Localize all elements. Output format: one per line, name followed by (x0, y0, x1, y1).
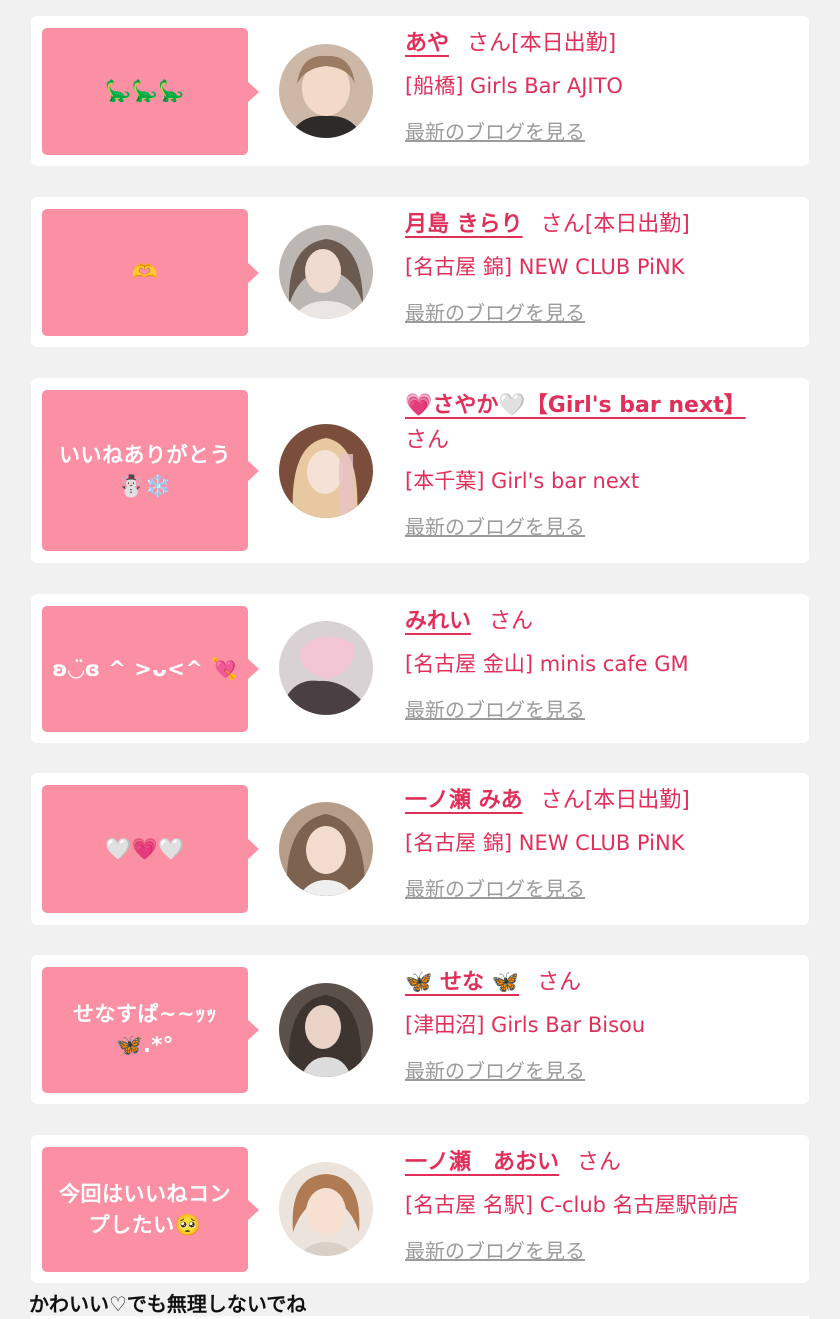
cast-name-link[interactable]: 🦋 せな 🦋 (405, 970, 519, 995)
profile-photo-icon (279, 983, 373, 1077)
store-name: [津田沼] Girls Bar Bisou (405, 1013, 646, 1037)
latest-blog-link[interactable]: 最新のブログを見る (405, 1056, 585, 1086)
card-info: 🦋 せな 🦋 さん [津田沼] Girls Bar Bisou 最新のブログを見る (405, 967, 799, 1086)
profile-photo-icon (279, 1162, 373, 1256)
avatar[interactable] (279, 983, 373, 1077)
blog-card: 🦕🦕🦕 あや さん[本日出勤] [船橋] Girls Bar AJITO 最新のブ… (31, 16, 809, 166)
honorific: さん (467, 31, 512, 56)
honorific: さん (540, 212, 585, 237)
avatar[interactable] (279, 225, 373, 319)
store-name: [本千葉] Girl's bar next (405, 469, 640, 493)
latest-blog-link[interactable]: 最新のブログを見る (405, 695, 585, 725)
profile-photo-icon (279, 424, 373, 518)
blog-card: ʚ◡̈ɞ ^ >ᴗ<^ 💘 みれい さん [名古屋 金山] minis cafe … (31, 594, 809, 743)
latest-blog-link[interactable]: 最新のブログを見る (405, 117, 585, 147)
store-name: [船橋] Girls Bar AJITO (405, 74, 623, 98)
cast-name-link[interactable]: 月島 きらり (405, 212, 523, 237)
cast-name-link[interactable]: あや (405, 31, 449, 56)
card-info: 一ノ瀬 あおい さん [名古屋 名駅] C-club 名古屋駅前店 最新のブログを… (405, 1147, 799, 1266)
message-bubble: 🤍💗🤍 (42, 785, 259, 913)
latest-blog-link[interactable]: 最新のブログを見る (405, 298, 585, 328)
blog-card: いいねありがとう ☃️❄️ 💗さやか🤍【Girl's bar next】 さん … (31, 378, 809, 563)
store-name: [名古屋 金山] minis cafe GM (405, 652, 689, 676)
latest-blog-link[interactable]: 最新のブログを見る (405, 1236, 585, 1266)
attendance-status: [本日出勤] (511, 31, 617, 56)
store-name: [名古屋 錦] NEW CLUB PiNK (405, 831, 685, 855)
message-bubble: いいねありがとう ☃️❄️ (42, 390, 259, 551)
card-info: あや さん[本日出勤] [船橋] Girls Bar AJITO 最新のブログを見… (405, 28, 799, 147)
cast-name-link[interactable]: 一ノ瀬 みあ (405, 788, 523, 813)
store-name: [名古屋 錦] NEW CLUB PiNK (405, 255, 685, 279)
attendance-status: [本日出勤] (584, 788, 690, 813)
latest-blog-link[interactable]: 最新のブログを見る (405, 512, 585, 542)
cast-name-link[interactable]: 💗さやか🤍【Girl's bar next】 (405, 393, 746, 418)
avatar[interactable] (279, 1162, 373, 1256)
store-name: [名古屋 名駅] C-club 名古屋駅前店 (405, 1193, 739, 1217)
message-bubble: 🫶 (42, 209, 259, 336)
avatar[interactable] (279, 621, 373, 715)
honorific: さん (537, 970, 582, 995)
blog-card: 今回はいいねコン プしたい🥺 一ノ瀬 あおい さん [名古屋 名駅] C-club… (31, 1135, 809, 1283)
avatar[interactable] (279, 44, 373, 138)
latest-blog-link[interactable]: 最新のブログを見る (405, 874, 585, 904)
profile-photo-icon (279, 621, 373, 715)
attendance-status: [本日出勤] (584, 212, 690, 237)
next-card-title: かわいい♡でも無理しないでね (29, 1292, 307, 1316)
profile-photo-icon (279, 802, 373, 896)
honorific: さん (405, 428, 450, 453)
profile-photo-icon (279, 225, 373, 319)
profile-photo-icon (279, 44, 373, 138)
message-bubble: ʚ◡̈ɞ ^ >ᴗ<^ 💘 (42, 606, 259, 732)
blog-card: せなすぱ~~ｯｯ 🦋.*° 🦋 せな 🦋 さん [津田沼] Girls Bar B… (31, 955, 809, 1104)
cast-name-link[interactable]: みれい (405, 609, 471, 634)
card-info: 月島 きらり さん[本日出勤] [名古屋 錦] NEW CLUB PiNK 最新の… (405, 209, 799, 328)
honorific: さん (489, 609, 534, 634)
avatar[interactable] (279, 802, 373, 896)
honorific: さん (577, 1150, 622, 1175)
message-bubble: せなすぱ~~ｯｯ 🦋.*° (42, 967, 259, 1093)
cast-name-link[interactable]: 一ノ瀬 あおい (405, 1150, 559, 1175)
honorific: さん (540, 788, 585, 813)
card-info: 一ノ瀬 みあ さん[本日出勤] [名古屋 錦] NEW CLUB PiNK 最新の… (405, 785, 799, 904)
card-info: みれい さん [名古屋 金山] minis cafe GM 最新のブログを見る (405, 606, 799, 725)
blog-card: 🫶 月島 きらり さん[本日出勤] [名古屋 錦] NEW CLUB PiNK 最… (31, 197, 809, 347)
avatar[interactable] (279, 424, 373, 518)
card-info: 💗さやか🤍【Girl's bar next】 さん [本千葉] Girl's b… (405, 390, 799, 542)
blog-card: 🤍💗🤍 一ノ瀬 みあ さん[本日出勤] [名古屋 錦] NEW CLUB PiNK… (31, 773, 809, 925)
message-bubble: 🦕🦕🦕 (42, 28, 259, 155)
message-bubble: 今回はいいねコン プしたい🥺 (42, 1147, 259, 1272)
